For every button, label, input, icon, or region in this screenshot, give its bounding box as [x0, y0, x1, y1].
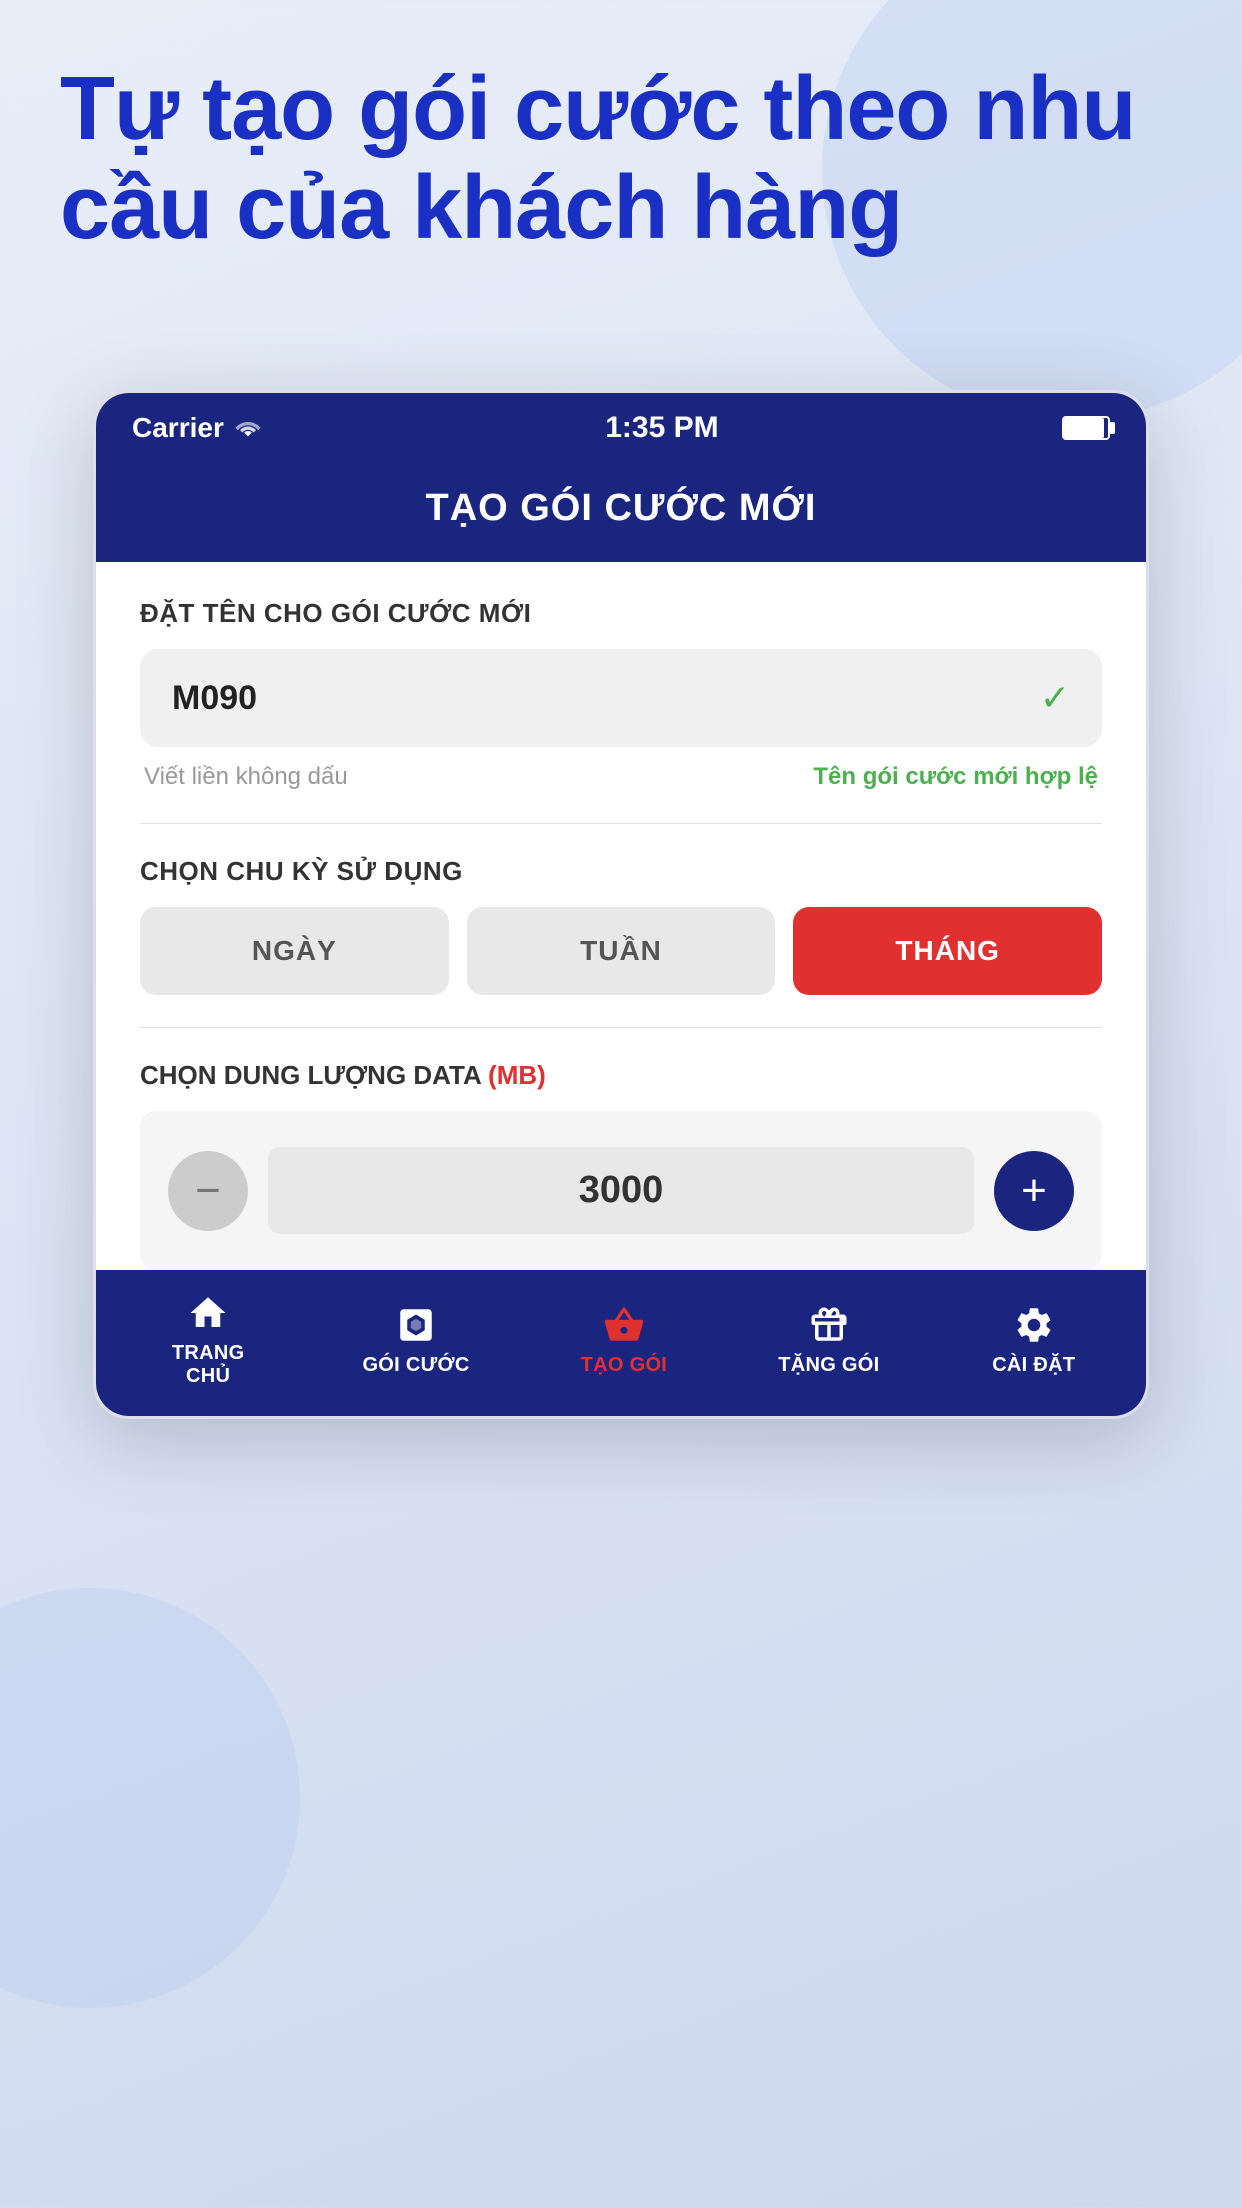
nav-label-settings: CÀI ĐẶT [992, 1354, 1075, 1377]
hero-title: Tự tạo gói cước theo nhu cầu của khách h… [60, 60, 1182, 258]
hero-section: Tự tạo gói cước theo nhu cầu của khách h… [60, 60, 1182, 258]
packages-icon [395, 1304, 437, 1346]
cycle-btn-thang[interactable]: THÁNG [793, 907, 1102, 995]
name-value: M090 [172, 679, 257, 718]
minus-button[interactable]: − [168, 1151, 248, 1231]
gift-icon [808, 1304, 850, 1346]
cycle-label: CHỌN CHU KỲ SỬ DỤNG [140, 856, 1102, 887]
divider-1 [140, 823, 1102, 824]
cycle-btn-ngay[interactable]: NGÀY [140, 907, 449, 995]
plus-button[interactable]: + [994, 1151, 1074, 1231]
status-bar: Carrier 1:35 PM [96, 393, 1146, 459]
bg-decoration-bottom [0, 1588, 300, 2008]
name-input-box[interactable]: M090 ✓ [140, 649, 1102, 747]
nav-item-gift[interactable]: TẶNG GÓI [778, 1304, 879, 1377]
cycle-section: CHỌN CHU KỲ SỬ DỤNG NGÀY TUẦN THÁNG [140, 856, 1102, 995]
nav-item-home[interactable]: TRANGCHỦ [158, 1292, 258, 1388]
cycle-buttons-group: NGÀY TUẦN THÁNG [140, 907, 1102, 995]
home-icon [187, 1292, 229, 1334]
data-label: CHỌN DUNG LƯỢNG DATA (MB) [140, 1060, 1102, 1091]
name-label: ĐẶT TÊN CHO GÓI CƯỚC MỚI [140, 598, 1102, 629]
app-header-title: TẠO GÓI CƯỚC MỚI [116, 487, 1126, 530]
data-unit: (MB) [488, 1060, 546, 1090]
name-section: ĐẶT TÊN CHO GÓI CƯỚC MỚI M090 ✓ Viết liề… [140, 598, 1102, 791]
phone-mockup: Carrier 1:35 PM TẠO GÓI CƯỚC MỚI ĐẶT TÊN… [93, 390, 1149, 1419]
wifi-icon [234, 418, 262, 438]
hint-row: Viết liền không dấu Tên gói cước mới hợp… [140, 763, 1102, 791]
valid-checkmark-icon: ✓ [1040, 677, 1070, 719]
settings-icon [1013, 1304, 1055, 1346]
app-header: TẠO GÓI CƯỚC MỚI [96, 459, 1146, 562]
create-icon [603, 1304, 645, 1346]
valid-text: Tên gói cước mới hợp lệ [813, 763, 1098, 791]
phone-frame: Carrier 1:35 PM TẠO GÓI CƯỚC MỚI ĐẶT TÊN… [93, 390, 1149, 1419]
nav-item-settings[interactable]: CÀI ĐẶT [984, 1304, 1084, 1377]
nav-label-gift: TẶNG GÓI [778, 1354, 879, 1377]
carrier-text: Carrier [132, 412, 262, 444]
nav-label-packages: GÓI CƯỚC [362, 1354, 469, 1377]
data-section: CHỌN DUNG LƯỢNG DATA (MB) − 3000 + [140, 1060, 1102, 1270]
nav-label-create: TẠO GÓI [581, 1354, 668, 1377]
nav-item-packages[interactable]: GÓI CƯỚC [362, 1304, 469, 1377]
stepper-value: 3000 [579, 1169, 664, 1211]
nav-item-create[interactable]: TẠO GÓI [574, 1304, 674, 1377]
bottom-nav: TRANGCHỦ GÓI CƯỚC TẠO GÓI TẶNG GÓ [96, 1270, 1146, 1416]
battery-icon [1062, 416, 1110, 440]
data-stepper-box: − 3000 + [140, 1111, 1102, 1270]
cycle-btn-tuan[interactable]: TUẦN [467, 907, 776, 995]
status-time: 1:35 PM [605, 411, 718, 445]
stepper-value-box: 3000 [268, 1147, 974, 1234]
hint-text: Viết liền không dấu [144, 763, 348, 791]
divider-2 [140, 1027, 1102, 1028]
nav-label-home: TRANGCHỦ [172, 1342, 245, 1388]
app-body: ĐẶT TÊN CHO GÓI CƯỚC MỚI M090 ✓ Viết liề… [96, 562, 1146, 1270]
